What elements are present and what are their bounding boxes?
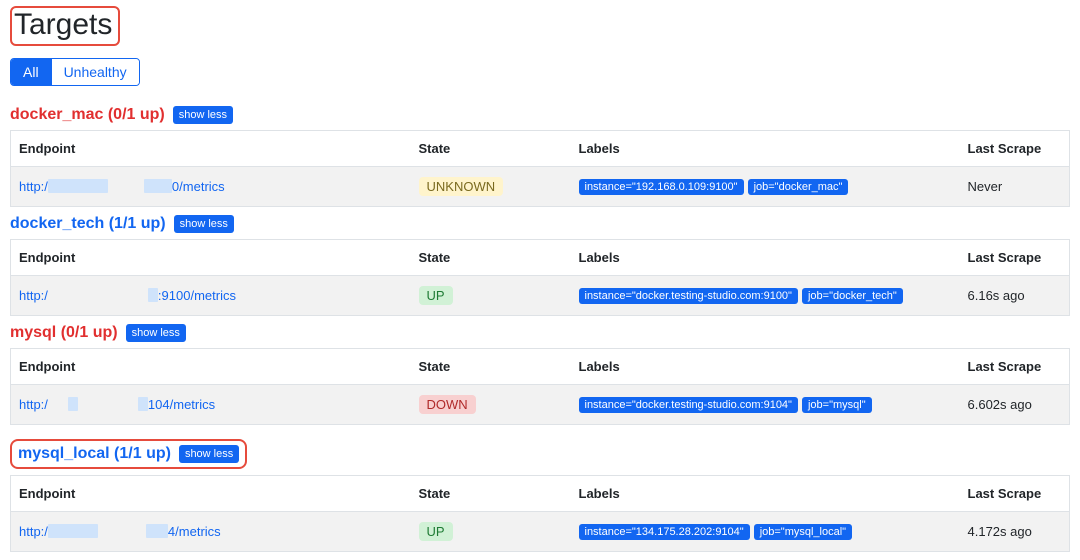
pool-title-link[interactable]: docker_tech (1/1 up) (10, 215, 166, 233)
redacted-segment (144, 179, 172, 193)
redacted-segment (148, 288, 158, 302)
label-pill: job="docker_tech" (802, 288, 903, 304)
show-less-button[interactable]: show less (174, 215, 234, 233)
table-row: http:/104/metrics DOWN instance="docker.te… (11, 385, 1070, 425)
label-pill: instance="192.168.0.109:9100" (579, 179, 744, 195)
col-labels: Labels (571, 131, 960, 167)
state-badge: UP (419, 522, 453, 541)
table-row: http:/0/metrics UNKNOWN instance="192.168.… (11, 167, 1070, 207)
last-scrape-value: Never (960, 167, 1070, 207)
show-less-button[interactable]: show less (126, 324, 186, 342)
col-last-scrape: Last Scrape (960, 349, 1070, 385)
col-labels: Labels (571, 349, 960, 385)
col-endpoint: Endpoint (11, 240, 411, 276)
pool-header: docker_tech (1/1 up) show less (10, 215, 1070, 233)
targets-table: EndpointStateLabelsLast Scrapehttp:/:910… (10, 239, 1070, 316)
state-badge: DOWN (419, 395, 476, 414)
page-title: Targets (10, 6, 120, 46)
col-last-scrape: Last Scrape (960, 240, 1070, 276)
label-pill: instance="docker.testing-studio.com:9104… (579, 397, 798, 413)
col-state: State (411, 349, 571, 385)
pool-header: mysql (0/1 up) show less (10, 324, 1070, 342)
col-labels: Labels (571, 476, 960, 512)
table-row: http:/:9100/metrics UP instance="docker.te… (11, 276, 1070, 316)
targets-table: EndpointStateLabelsLast Scrapehttp:/4/me… (10, 475, 1070, 552)
show-less-button[interactable]: show less (179, 445, 239, 463)
redacted-segment (68, 397, 78, 411)
endpoint-link[interactable]: http:/104/metrics (19, 397, 215, 412)
filter-button-group: All Unhealthy (10, 58, 140, 86)
label-pill: job="mysql_local" (754, 524, 852, 540)
show-less-button[interactable]: show less (173, 106, 233, 124)
label-pill: job="mysql" (802, 397, 872, 413)
table-row: http:/4/metrics UP instance="134.175.28.20… (11, 512, 1070, 552)
last-scrape-value: 6.16s ago (960, 276, 1070, 316)
pool-title-link[interactable]: mysql (0/1 up) (10, 324, 118, 342)
targets-table: EndpointStateLabelsLast Scrapehttp:/0/me… (10, 130, 1070, 207)
redacted-segment (48, 179, 108, 193)
pool-title-link[interactable]: docker_mac (0/1 up) (10, 106, 165, 124)
label-pill: job="docker_mac" (748, 179, 849, 195)
redacted-segment (138, 397, 148, 411)
filter-unhealthy-button[interactable]: Unhealthy (51, 59, 139, 85)
pool-title-link[interactable]: mysql_local (1/1 up) (18, 445, 171, 463)
col-endpoint: Endpoint (11, 349, 411, 385)
pool-header: mysql_local (1/1 up) show less (10, 439, 247, 469)
label-pill: instance="docker.testing-studio.com:9100… (579, 288, 798, 304)
col-state: State (411, 240, 571, 276)
endpoint-link[interactable]: http:/:9100/metrics (19, 288, 236, 303)
col-last-scrape: Last Scrape (960, 476, 1070, 512)
col-endpoint: Endpoint (11, 131, 411, 167)
col-endpoint: Endpoint (11, 476, 411, 512)
redacted-segment (48, 524, 98, 538)
filter-all-button[interactable]: All (11, 59, 51, 85)
col-labels: Labels (571, 240, 960, 276)
state-badge: UP (419, 286, 453, 305)
last-scrape-value: 4.172s ago (960, 512, 1070, 552)
last-scrape-value: 6.602s ago (960, 385, 1070, 425)
redacted-segment (146, 524, 168, 538)
endpoint-link[interactable]: http:/4/metrics (19, 524, 221, 539)
state-badge: UNKNOWN (419, 177, 504, 196)
col-state: State (411, 476, 571, 512)
targets-table: EndpointStateLabelsLast Scrapehttp:/104/… (10, 348, 1070, 425)
col-last-scrape: Last Scrape (960, 131, 1070, 167)
label-pill: instance="134.175.28.202:9104" (579, 524, 750, 540)
pool-header: docker_mac (0/1 up) show less (10, 106, 1070, 124)
endpoint-link[interactable]: http:/0/metrics (19, 179, 225, 194)
col-state: State (411, 131, 571, 167)
